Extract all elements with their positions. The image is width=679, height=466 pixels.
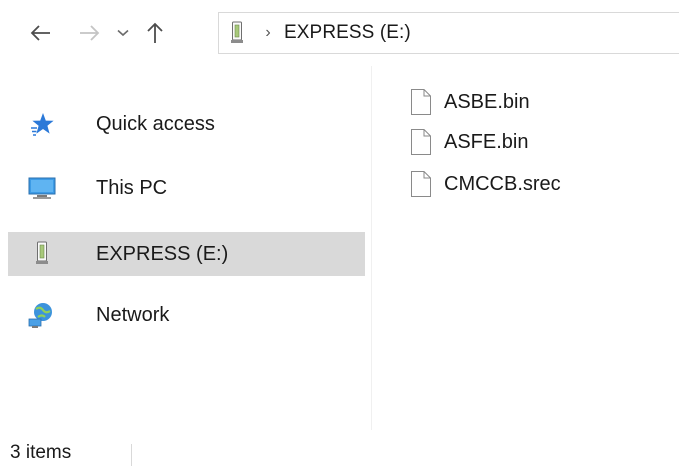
- list-item[interactable]: ASFE.bin: [410, 122, 528, 162]
- navigation-pane: Quick access This PC EXPRESS (E:) Networ…: [0, 62, 372, 430]
- back-button[interactable]: [24, 16, 58, 50]
- file-list: ASBE.bin ASFE.bin CMCCB.srec: [380, 70, 679, 430]
- arrow-left-icon: [30, 25, 50, 41]
- arrow-up-icon: [147, 22, 163, 43]
- forward-button[interactable]: [72, 16, 106, 50]
- navigation-bar: › EXPRESS (E:): [0, 0, 679, 62]
- recent-locations-button[interactable]: [110, 16, 136, 50]
- sidebar-item-label: Network: [96, 303, 170, 326]
- file-icon: [410, 169, 434, 199]
- arrow-right-icon: [80, 25, 100, 41]
- sidebar-item-label: EXPRESS (E:): [96, 242, 229, 265]
- network-icon: [28, 300, 56, 330]
- usb-drive-icon: [230, 21, 244, 45]
- list-item[interactable]: CMCCB.srec: [410, 164, 561, 204]
- breadcrumb-separator[interactable]: ›: [262, 24, 274, 42]
- status-divider: [131, 444, 132, 466]
- usb-drive-icon: [28, 239, 56, 269]
- status-bar: 3 items: [0, 430, 679, 466]
- address-bar[interactable]: › EXPRESS (E:): [218, 12, 679, 54]
- file-name: ASBE.bin: [444, 90, 530, 113]
- star-icon: [28, 109, 56, 139]
- chevron-down-icon: [117, 29, 129, 37]
- file-icon: [410, 127, 434, 157]
- pane-divider[interactable]: [371, 66, 372, 430]
- sidebar-item-express-drive[interactable]: EXPRESS (E:): [8, 232, 365, 276]
- file-name: CMCCB.srec: [444, 172, 561, 195]
- breadcrumb-express-drive[interactable]: EXPRESS (E:): [284, 22, 411, 44]
- up-button[interactable]: [140, 16, 170, 50]
- list-item[interactable]: ASBE.bin: [410, 82, 530, 122]
- monitor-icon: [28, 173, 56, 203]
- item-count: 3 items: [10, 442, 72, 463]
- sidebar-item-network[interactable]: Network: [8, 293, 365, 337]
- sidebar-item-label: Quick access: [96, 112, 215, 135]
- sidebar-item-label: This PC: [96, 176, 168, 199]
- file-icon: [410, 87, 434, 117]
- sidebar-item-this-pc[interactable]: This PC: [8, 166, 365, 210]
- sidebar-item-quick-access[interactable]: Quick access: [8, 102, 365, 146]
- file-name: ASFE.bin: [444, 130, 529, 153]
